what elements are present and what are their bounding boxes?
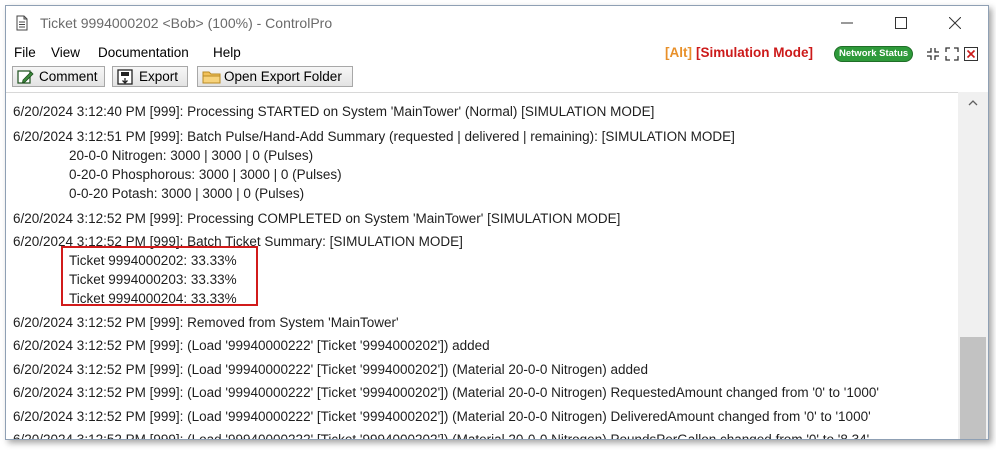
log-line: 6/20/2024 3:12:52 PM [999]: (Load '99940… [13,385,879,400]
comment-edit-icon [17,70,34,84]
close-document-icon[interactable] [964,47,978,61]
menu-documentation[interactable]: Documentation [98,45,189,60]
folder-icon [202,71,221,84]
toolbar: Comment Export Open Export Folder [6,66,988,90]
menu-view[interactable]: View [51,45,80,60]
maximize-button[interactable] [878,6,924,40]
alt-indicator: [Alt] [665,45,692,60]
log-line: 6/20/2024 3:12:52 PM [999]: (Load '99940… [13,362,648,377]
log-line: 0-0-20 Potash: 3000 | 3000 | 0 (Pulses) [69,186,305,201]
scroll-up-button[interactable] [958,92,988,114]
document-icon [16,15,28,31]
maximize-icon [895,17,907,29]
close-button[interactable] [932,6,978,40]
export-button[interactable]: Export [112,66,188,87]
title-bar[interactable]: Ticket 9994000202 <Bob> (100%) - Control… [6,6,988,40]
log-line: 6/20/2024 3:12:52 PM [999]: (Load '99940… [13,432,870,440]
vertical-scrollbar[interactable] [958,92,988,439]
log-line: 6/20/2024 3:12:52 PM [999]: (Load '99940… [13,338,490,353]
log-line: 6/20/2024 3:12:51 PM [999]: Batch Pulse/… [13,129,735,144]
close-icon [949,17,961,29]
comment-button-label: Comment [39,69,98,84]
app-window: Ticket 9994000202 <Bob> (100%) - Control… [5,5,989,440]
window-title: Ticket 9994000202 <Bob> (100%) - Control… [40,15,333,31]
simulation-mode-indicator: [Simulation Mode] [696,45,813,60]
log-line: 0-20-0 Phosphorous: 3000 | 3000 | 0 (Pul… [69,167,342,182]
chevron-up-icon [968,100,978,106]
comment-button[interactable]: Comment [12,66,105,87]
minimize-icon [841,22,853,24]
menu-help[interactable]: Help [213,45,241,60]
menu-file[interactable]: File [14,45,36,60]
open-export-folder-label: Open Export Folder [224,69,342,84]
log-line: 6/20/2024 3:12:52 PM [999]: (Load '99940… [13,409,871,424]
network-status-badge[interactable]: Network Status [834,46,914,62]
minimize-button[interactable] [824,6,870,40]
expand-icon[interactable] [945,47,959,61]
log-line: 6/20/2024 3:12:52 PM [999]: Processing C… [13,211,621,226]
log-line: 6/20/2024 3:12:52 PM [999]: Removed from… [13,315,399,330]
open-export-folder-button[interactable]: Open Export Folder [197,66,353,87]
export-button-label: Export [139,69,179,84]
menu-bar: File View Documentation Help [Alt] [Simu… [6,43,988,65]
highlight-box [61,246,258,306]
export-icon [117,69,133,85]
collapse-icon[interactable] [926,47,940,61]
log-text-area[interactable]: 6/20/2024 3:12:40 PM [999]: Processing S… [6,92,958,440]
log-line: 6/20/2024 3:12:40 PM [999]: Processing S… [13,104,655,119]
scrollbar-thumb[interactable] [960,337,986,439]
log-line: 20-0-0 Nitrogen: 3000 | 3000 | 0 (Pulses… [69,148,314,163]
